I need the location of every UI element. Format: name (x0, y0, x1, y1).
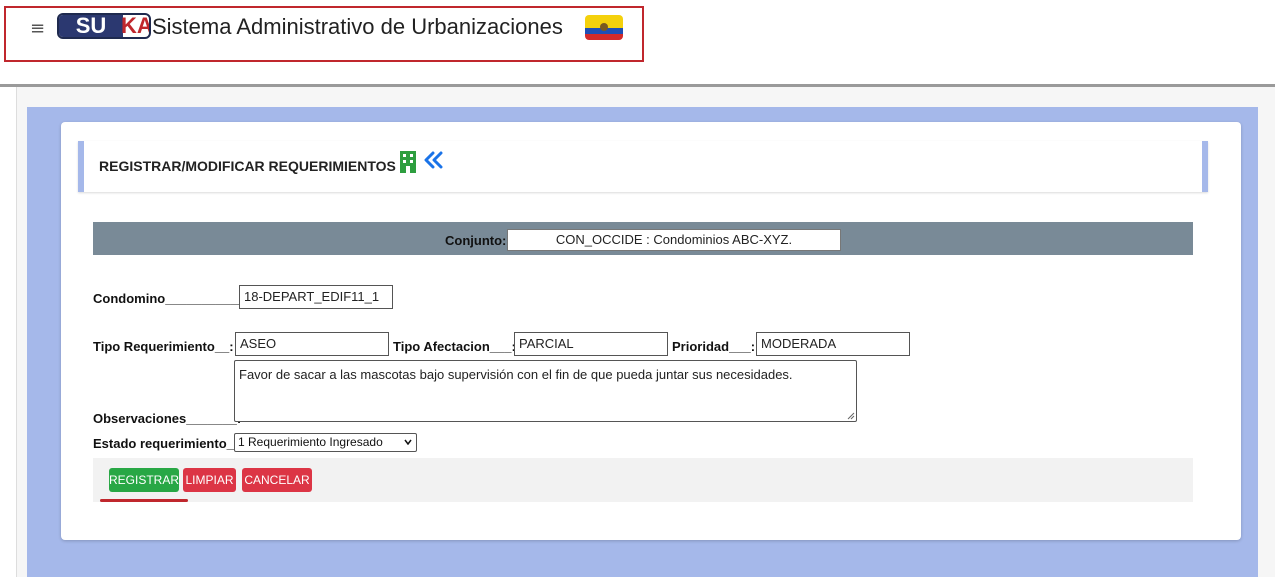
observaciones-label: Observaciones_______: (93, 411, 242, 426)
tipo-afectacion-label: Tipo Afectacion___: (393, 339, 516, 354)
condominio-field[interactable]: 18-DEPART_EDIF11_1 (239, 285, 393, 309)
hamburger-icon[interactable]: ≡ (30, 18, 45, 39)
observaciones-textarea[interactable]: Favor de sacar a las mascotas bajo super… (234, 360, 857, 422)
estado-select[interactable]: 1 Requerimiento Ingresado (234, 433, 417, 452)
chevron-down-icon (404, 439, 412, 445)
limpiar-button[interactable]: LIMPIAR (183, 468, 236, 492)
ecuador-flag-icon (585, 15, 623, 40)
page-title: REGISTRAR/MODIFICAR REQUERIMIENTOS (99, 158, 396, 174)
resize-grip-icon[interactable] (847, 412, 855, 420)
tipo-afectacion-field[interactable]: PARCIAL (514, 332, 668, 356)
prioridad-label: Prioridad___: (672, 339, 756, 354)
app-title: Sistema Administrativo de Urbanizaciones (152, 14, 563, 39)
estado-selected-value: 1 Requerimiento Ingresado (238, 435, 383, 449)
tipo-requerimiento-field[interactable]: ASEO (235, 332, 389, 356)
double-chevron-left-icon[interactable] (424, 151, 444, 169)
condominio-label: Condomino___________: (93, 291, 250, 306)
card-header: REGISTRAR/MODIFICAR REQUERIMIENTOS (78, 141, 1208, 192)
registrar-button[interactable]: REGISTRAR (109, 468, 179, 492)
logo-part-su: SU (59, 15, 123, 37)
conjunto-label: Conjunto: (445, 233, 507, 248)
conjunto-bar: Conjunto: CON_OCCIDE : Condominios ABC-X… (93, 222, 1193, 255)
button-bar: REGISTRAR LIMPIAR CANCELAR (93, 458, 1193, 502)
tipo-requerimiento-label: Tipo Requerimiento__: (93, 339, 234, 354)
conjunto-field[interactable]: CON_OCCIDE : Condominios ABC-XYZ. (507, 229, 841, 251)
top-header: ≡ SU KA Sistema Administrativo de Urbani… (0, 0, 1275, 87)
suka-logo: SU KA (57, 13, 151, 39)
building-icon[interactable] (399, 151, 417, 173)
logo-part-ka: KA (121, 13, 151, 38)
observaciones-text: Favor de sacar a las mascotas bajo super… (239, 367, 793, 382)
cancelar-button[interactable]: CANCELAR (242, 468, 312, 492)
estado-label: Estado requerimiento_: (93, 436, 239, 451)
prioridad-field[interactable]: MODERADA (756, 332, 910, 356)
registrar-highlight-underline (100, 499, 188, 502)
